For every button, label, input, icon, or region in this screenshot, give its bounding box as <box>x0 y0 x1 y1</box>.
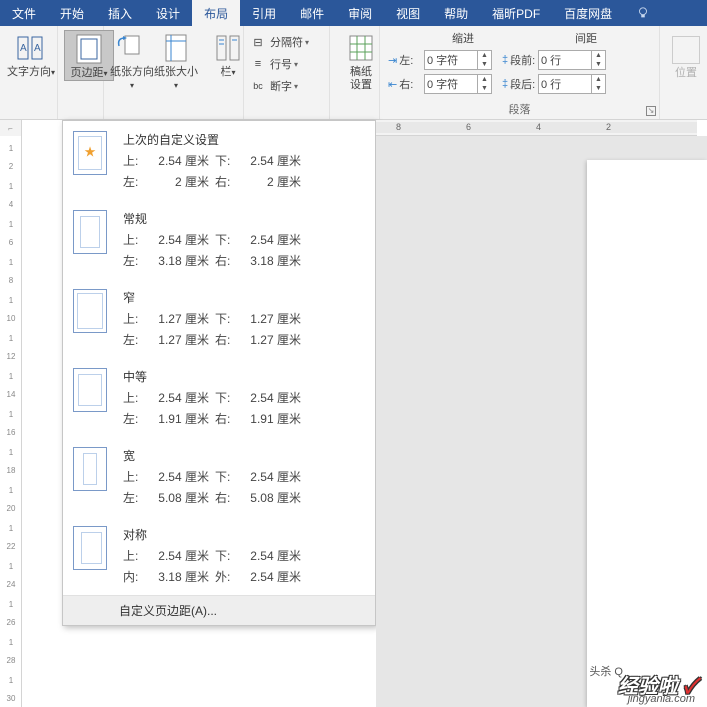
columns-label: 栏 <box>220 66 231 78</box>
indent-right-label: 右: <box>399 76 413 92</box>
margin-preset-3[interactable]: 中等上:2.54 厘米下:2.54 厘米左:1.91 厘米右:1.91 厘米 <box>63 358 375 437</box>
tab-1[interactable]: 开始 <box>48 0 96 26</box>
indent-right-icon: ⇤ <box>388 78 397 91</box>
hyphenation-button[interactable]: bc断字▾ <box>250 76 323 96</box>
tab-2[interactable]: 插入 <box>96 0 144 26</box>
paragraph-group-label: 段落 <box>380 101 659 117</box>
preset-title: 窄 <box>123 289 361 306</box>
document-background <box>376 136 707 707</box>
space-after-label: 段后: <box>510 76 535 92</box>
indent-left-icon: ⇥ <box>388 54 397 67</box>
manuscript-button[interactable]: 稿纸 设置 <box>336 30 386 92</box>
position-button: 位置 <box>666 30 706 80</box>
vertical-ruler: 1214161811011211411611812012212412612813… <box>0 136 22 707</box>
hyphenation-icon: bc <box>250 78 266 94</box>
custom-margins-item[interactable]: 自定义页边距(A)... <box>63 595 375 625</box>
ruler-corner: ⌐ <box>0 120 22 136</box>
indent-left-label: 左: <box>399 52 413 68</box>
preset-title: 对称 <box>123 526 361 543</box>
line-numbers-button[interactable]: ≡行号▾ <box>250 54 323 74</box>
hyphenation-label: 断字 <box>270 78 292 94</box>
columns-icon <box>212 32 244 64</box>
indent-left-value: 0 字符 <box>427 52 458 68</box>
size-label: 纸张大小 <box>154 66 198 78</box>
tab-11[interactable]: 百度网盘 <box>552 0 624 26</box>
svg-text:A: A <box>34 43 41 54</box>
ribbon: AA 文字方向▾ 页边距▾ 纸张方向▾ 纸张大小▾ <box>0 26 707 120</box>
preset-title: 常规 <box>123 210 361 227</box>
space-before-icon: ‡ <box>502 54 508 66</box>
margins-dropdown: ★上次的自定义设置上:2.54 厘米下:2.54 厘米左:2 厘米右:2 厘米常… <box>62 120 376 626</box>
space-after-input[interactable]: 0 行▲▼ <box>538 74 606 94</box>
indent-header: 缩进 <box>388 30 508 46</box>
tab-8[interactable]: 视图 <box>384 0 432 26</box>
size-icon <box>160 32 192 64</box>
tab-7[interactable]: 审阅 <box>336 0 384 26</box>
orientation-label: 纸张方向 <box>110 66 154 78</box>
indent-right-input[interactable]: 0 字符▲▼ <box>424 74 492 94</box>
space-before-label: 段前: <box>510 52 535 68</box>
breaks-button[interactable]: ⊟分隔符▾ <box>250 32 323 52</box>
preset-title: 上次的自定义设置 <box>123 131 361 148</box>
space-before-input[interactable]: 0 行▲▼ <box>538 50 606 70</box>
margin-preset-4[interactable]: 宽上:2.54 厘米下:2.54 厘米左:5.08 厘米右:5.08 厘米 <box>63 437 375 516</box>
position-label: 位置 <box>675 67 697 79</box>
tab-0[interactable]: 文件 <box>0 0 48 26</box>
size-button[interactable]: 纸张大小▾ <box>154 30 198 92</box>
space-before-value: 0 行 <box>541 52 561 68</box>
preset-title: 中等 <box>123 368 361 385</box>
text-direction-button[interactable]: AA 文字方向▾ <box>6 30 56 79</box>
space-after-icon: ‡ <box>502 78 508 90</box>
margins-label: 页边距 <box>70 67 103 79</box>
preset-thumb-icon <box>73 526 107 570</box>
tab-5[interactable]: 引用 <box>240 0 288 26</box>
preset-thumb-icon <box>73 210 107 254</box>
svg-text:A: A <box>20 43 27 54</box>
tell-me-button[interactable] <box>624 0 662 26</box>
page-edge <box>587 160 707 707</box>
preset-thumb-icon: ★ <box>73 131 107 175</box>
tab-9[interactable]: 帮助 <box>432 0 480 26</box>
margins-icon <box>73 33 105 65</box>
line-numbers-icon: ≡ <box>250 56 266 72</box>
preset-thumb-icon <box>73 289 107 333</box>
breaks-icon: ⊟ <box>250 34 266 50</box>
breaks-label: 分隔符 <box>270 34 303 50</box>
margin-preset-2[interactable]: 窄上:1.27 厘米下:1.27 厘米左:1.27 厘米右:1.27 厘米 <box>63 279 375 358</box>
orientation-button[interactable]: 纸张方向▾ <box>110 30 154 92</box>
manuscript-icon <box>345 32 377 64</box>
indent-left-input[interactable]: 0 字符▲▼ <box>424 50 492 70</box>
manuscript-label: 稿纸 设置 <box>350 66 372 92</box>
horizontal-ruler: 8642 <box>376 120 697 136</box>
watermark-url: jingyanla.com <box>628 693 695 705</box>
preset-thumb-icon <box>73 447 107 491</box>
line-numbers-label: 行号 <box>270 56 292 72</box>
space-after-value: 0 行 <box>541 76 561 92</box>
tab-4[interactable]: 布局 <box>192 0 240 26</box>
tab-3[interactable]: 设计 <box>144 0 192 26</box>
columns-button[interactable]: 栏▾ <box>210 30 246 79</box>
paragraph-dialog-launcher[interactable]: ↘ <box>646 106 656 116</box>
orientation-icon <box>116 32 148 64</box>
text-direction-icon: AA <box>15 32 47 64</box>
preset-thumb-icon <box>73 368 107 412</box>
preset-title: 宽 <box>123 447 361 464</box>
indent-right-value: 0 字符 <box>427 76 458 92</box>
margin-preset-1[interactable]: 常规上:2.54 厘米下:2.54 厘米左:3.18 厘米右:3.18 厘米 <box>63 200 375 279</box>
spacing-header: 间距 <box>508 30 628 46</box>
tab-10[interactable]: 福昕PDF <box>480 0 552 26</box>
position-icon <box>672 36 700 64</box>
tab-6[interactable]: 邮件 <box>288 0 336 26</box>
text-direction-label: 文字方向 <box>7 66 51 78</box>
margin-preset-0[interactable]: ★上次的自定义设置上:2.54 厘米下:2.54 厘米左:2 厘米右:2 厘米 <box>63 121 375 200</box>
ribbon-tabs: 文件开始插入设计布局引用邮件审阅视图帮助福昕PDF百度网盘 <box>0 0 707 26</box>
margin-preset-5[interactable]: 对称上:2.54 厘米下:2.54 厘米内:3.18 厘米外:2.54 厘米 <box>63 516 375 595</box>
